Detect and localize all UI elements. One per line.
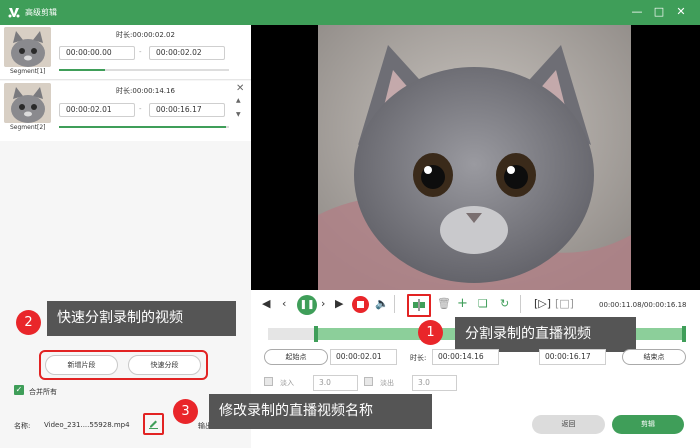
merge-all-label: 合并所有 [29,388,57,396]
quick-split-button[interactable]: 快速分段 [128,355,201,375]
new-segment-button[interactable]: 新增片段 [45,355,118,375]
segment-end-time-input[interactable]: 00:00:02.02 [149,46,225,60]
go-start-icon[interactable]: ◀ [262,297,270,310]
timeline-start-handle[interactable] [314,326,318,342]
range-duration-label: 时长: [410,354,427,362]
mark-in-icon[interactable]: [▷] [534,297,551,310]
callout-number-3: 3 [173,399,198,424]
step-back-icon[interactable]: ‹ [282,297,286,310]
delete-icon[interactable]: 🗑 [437,297,451,310]
go-end-icon[interactable]: ▶ [335,297,343,310]
callout-number-2: 2 [16,310,41,335]
fade-in-input[interactable]: 3.0 [313,375,358,391]
segment-thumbnail [4,27,51,67]
fade-in-label: 淡入 [280,379,294,387]
segment-progress-bar [59,126,229,128]
reset-icon[interactable]: ↻ [500,297,509,310]
playback-time: 00:00:11.08/00:00:16.18 [599,301,687,309]
divider [520,295,521,313]
edit-button[interactable]: 剪辑 [612,415,684,434]
callout-3: 修改录制的直播视频名称 [209,394,432,429]
stop-button[interactable] [352,296,369,313]
segment-item[interactable]: Segment[1] 时长:00:00:02.02 00:00:00.00 - … [0,25,251,80]
segment-progress-bar [59,69,229,71]
file-name-value: Video_231....55928.mp4 [44,421,130,429]
close-window-button[interactable]: ✕ [673,4,689,20]
segment-panel: Segment[1] 时长:00:00:02.02 00:00:00.00 - … [0,25,251,448]
window-title: 高级剪辑 [25,8,57,17]
set-end-point-button[interactable]: 结束点 [622,349,686,365]
segment-thumbnail [4,83,51,123]
file-name-label: 名称: [14,422,31,430]
callout-number-1: 1 [418,320,443,345]
add-icon[interactable]: + [457,296,468,311]
time-separator: - [139,48,142,56]
fade-in-checkbox[interactable] [264,377,273,386]
maximize-button[interactable]: □ [651,4,667,20]
callout-1: 分割录制的直播视频 [455,317,636,352]
move-up-icon[interactable]: ▲ [236,97,241,104]
volume-icon[interactable]: 🔈 [375,297,389,310]
video-frame [318,25,631,290]
move-down-icon[interactable]: ▼ [236,111,241,118]
segment-label: Segment[2] [10,124,46,131]
mark-out-icon[interactable]: [□] [555,297,574,310]
segment-start-time-input[interactable]: 00:00:00.00 [59,46,135,60]
video-preview[interactable] [251,25,700,290]
segment-duration: 时长:00:00:14.16 [116,87,175,95]
copy-icon[interactable]: ❏ [478,297,488,310]
set-start-point-button[interactable]: 起始点 [264,349,328,365]
divider [394,295,395,313]
fade-out-checkbox[interactable] [364,377,373,386]
merge-all-checkbox[interactable]: ✓ [14,385,24,395]
pause-button[interactable]: ❚❚ [297,295,317,315]
back-button[interactable]: 返回 [532,415,605,434]
step-forward-icon[interactable]: › [321,297,325,310]
callout-2: 快速分割录制的视频 [47,301,236,336]
minimize-button[interactable]: — [629,4,645,20]
time-separator: - [139,105,142,113]
range-duration-input[interactable]: 00:00:14.16 [432,349,499,365]
segment-end-time-input[interactable]: 00:00:16.17 [149,103,225,117]
timeline-end-handle[interactable] [682,326,686,342]
segment-start-time-input[interactable]: 00:00:02.01 [59,103,135,117]
app-logo-icon [8,8,20,18]
rename-pencil-icon[interactable] [148,418,159,429]
fade-out-input[interactable]: 3.0 [412,375,457,391]
segment-duration: 时长:00:00:02.02 [116,31,175,39]
app-window: 高级剪辑 — □ ✕ Segment[1] 时长:00:00:02.02 00:… [0,0,700,448]
title-bar: 高级剪辑 — □ ✕ [0,0,700,25]
fade-out-label: 淡出 [380,379,394,387]
range-start-input[interactable]: 00:00:02.01 [330,349,397,365]
segment-label: Segment[1] [10,68,46,75]
range-end-input[interactable]: 00:00:16.17 [539,349,606,365]
split-icon[interactable] [412,299,426,311]
segment-item[interactable]: Segment[2] 时长:00:00:14.16 00:00:02.01 - … [0,81,251,141]
delete-segment-icon[interactable]: ✕ [236,83,244,94]
